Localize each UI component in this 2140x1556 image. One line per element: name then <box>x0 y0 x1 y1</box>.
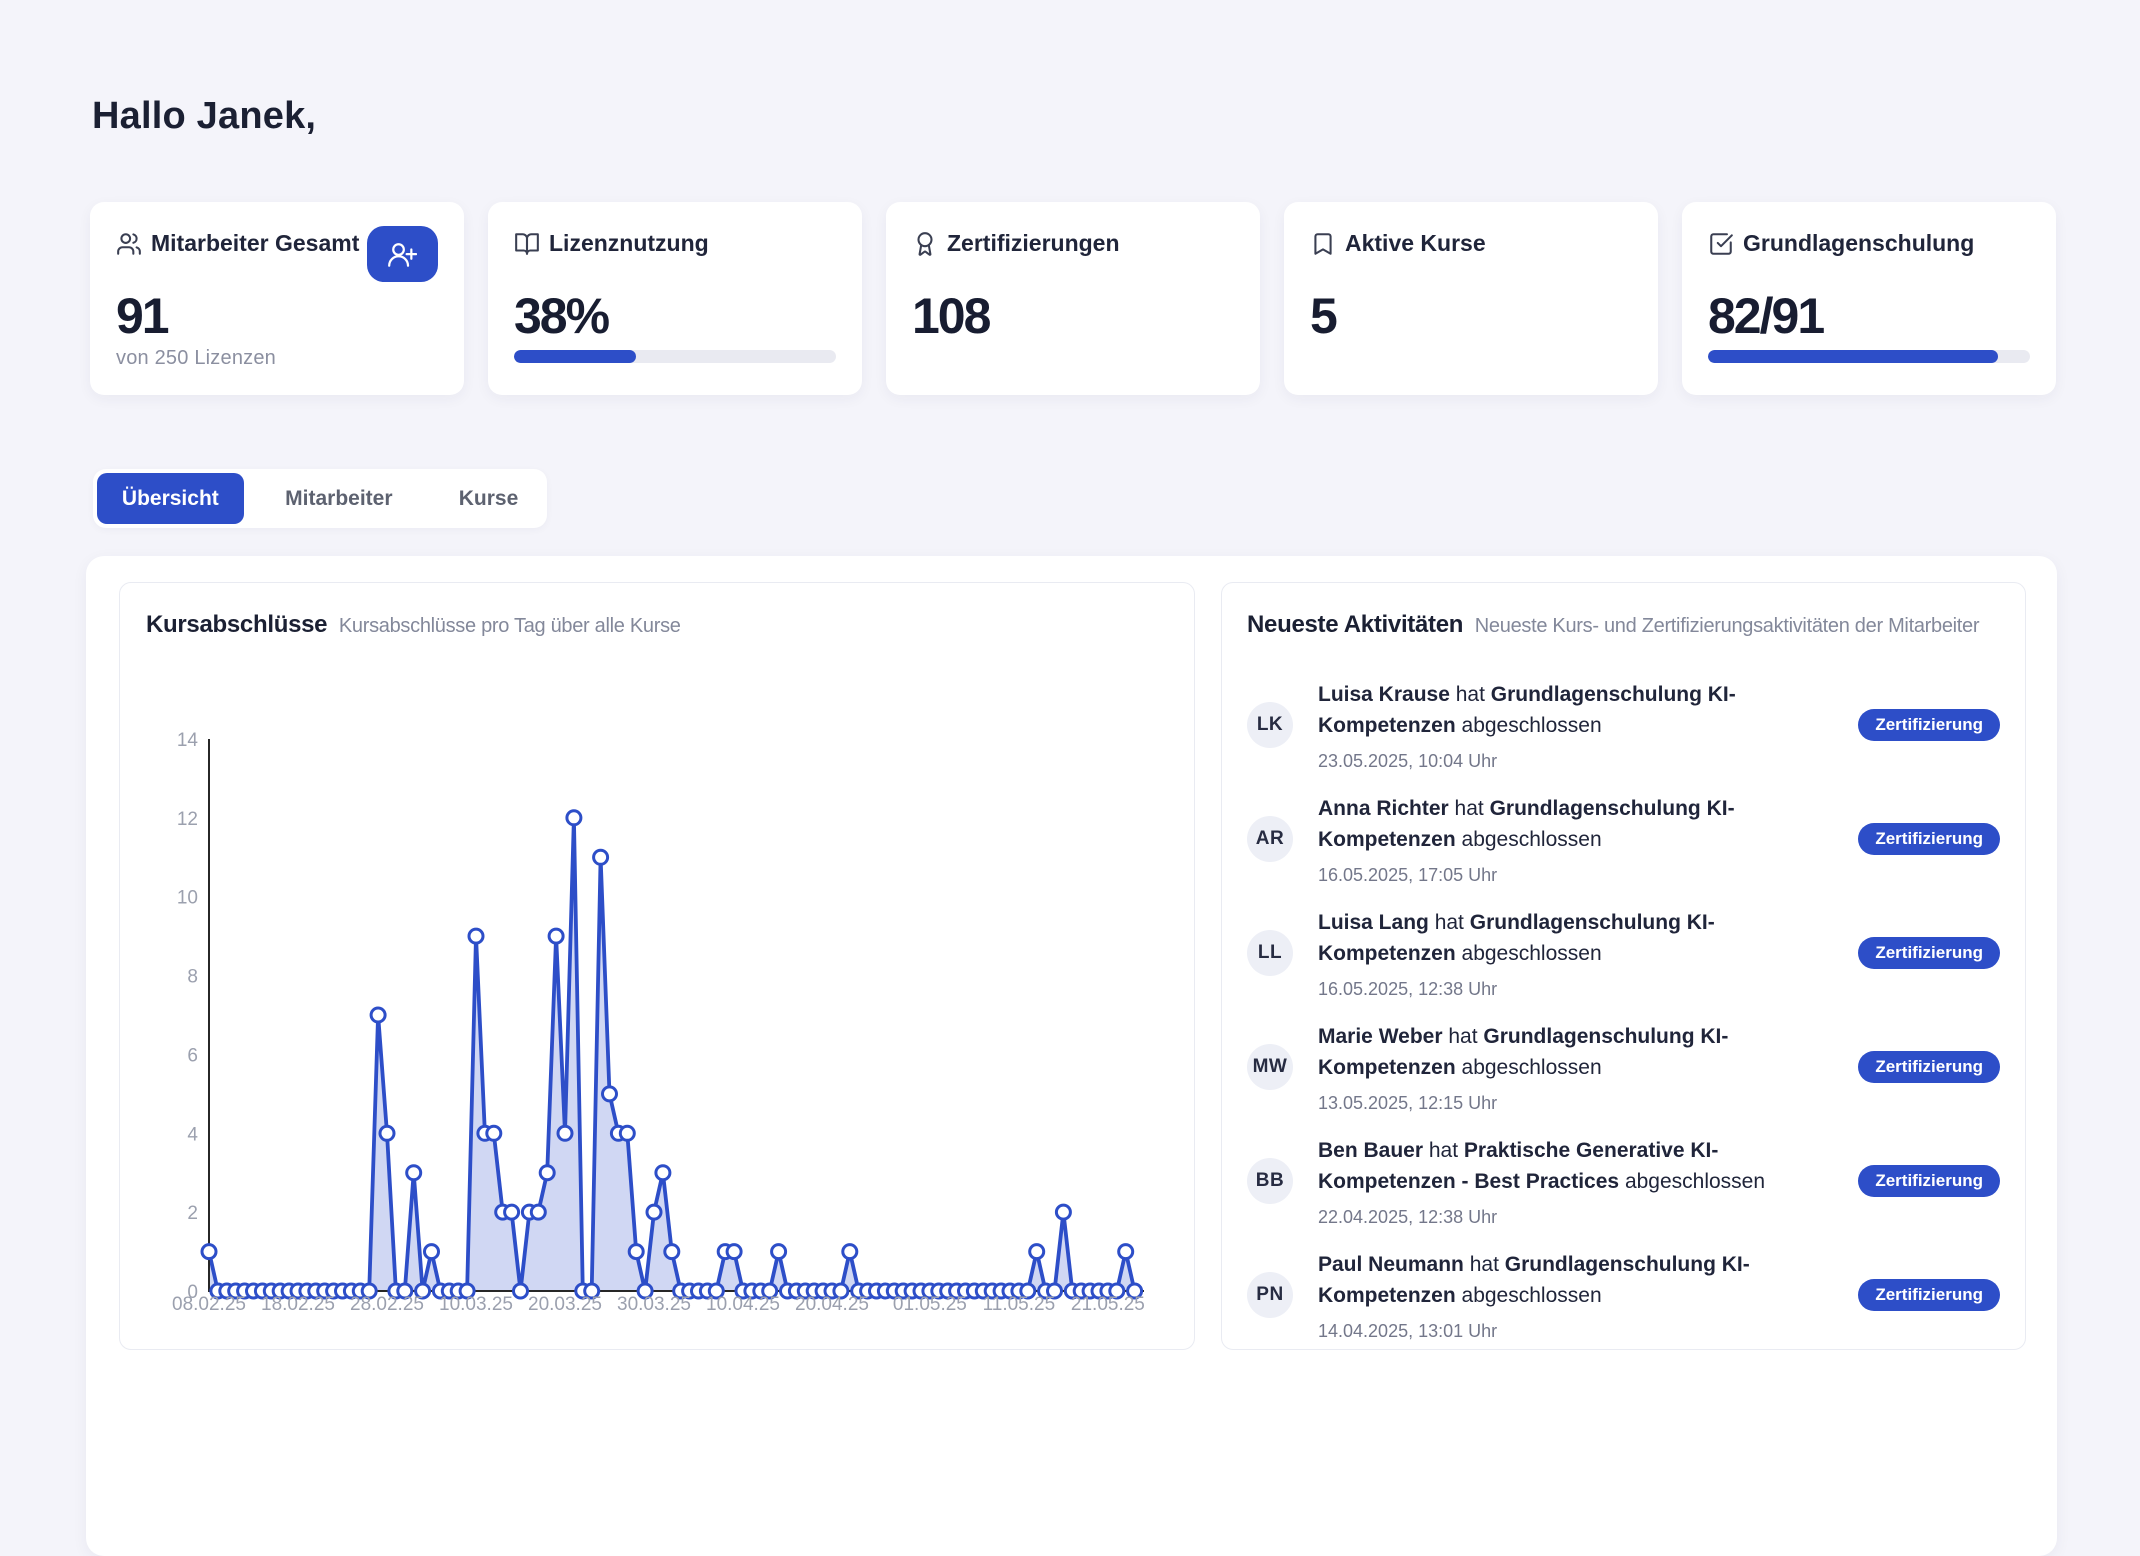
svg-text:30.03.25: 30.03.25 <box>617 1294 691 1315</box>
svg-text:08.02.25: 08.02.25 <box>172 1294 246 1315</box>
svg-text:4: 4 <box>187 1124 198 1145</box>
svg-text:6: 6 <box>187 1045 198 1066</box>
svg-text:2: 2 <box>187 1203 198 1224</box>
svg-text:10.04.25: 10.04.25 <box>706 1294 780 1315</box>
svg-text:14: 14 <box>177 730 199 751</box>
svg-text:8: 8 <box>187 967 198 988</box>
svg-text:20.04.25: 20.04.25 <box>795 1294 869 1315</box>
svg-text:20.03.25: 20.03.25 <box>528 1294 602 1315</box>
svg-text:28.02.25: 28.02.25 <box>350 1294 424 1315</box>
svg-text:0: 0 <box>187 1282 198 1303</box>
svg-text:10: 10 <box>177 888 198 909</box>
svg-text:01.05.25: 01.05.25 <box>893 1294 967 1315</box>
svg-text:10.03.25: 10.03.25 <box>439 1294 513 1315</box>
svg-text:11.05.25: 11.05.25 <box>983 1294 1056 1315</box>
svg-text:18.02.25: 18.02.25 <box>261 1294 335 1315</box>
svg-text:12: 12 <box>177 809 198 830</box>
svg-text:21.05.25: 21.05.25 <box>1071 1294 1145 1315</box>
